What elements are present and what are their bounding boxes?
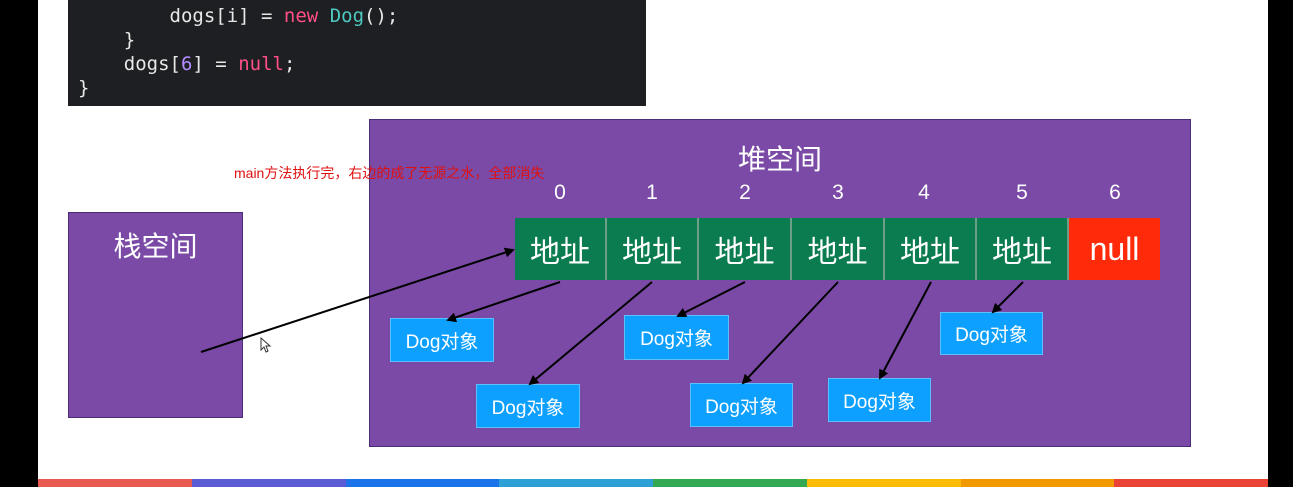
- mouse-cursor-icon: [260, 337, 272, 353]
- array-index-label: 1: [646, 181, 658, 204]
- array-index-label: 0: [554, 181, 566, 204]
- code-line: }: [123, 29, 136, 51]
- stack-space-box: 栈空间: [68, 212, 243, 418]
- dog-object-box: Dog对象: [828, 378, 931, 422]
- array-cell-address: 地址: [607, 218, 699, 280]
- code-line: }: [78, 77, 90, 99]
- code-snippet: dogs[i] = new Dog(); } dogs[6] = null;}: [68, 0, 646, 106]
- array-index-label: 4: [918, 181, 930, 204]
- bottom-color-bar: [38, 479, 1268, 487]
- dog-object-box: Dog对象: [940, 312, 1043, 355]
- array-cell-address: 地址: [699, 218, 792, 280]
- dog-object-box: Dog对象: [624, 315, 729, 360]
- array-cell-address: 地址: [885, 218, 977, 280]
- array-cell-address: 地址: [515, 218, 607, 280]
- array-cell-address: 地址: [977, 218, 1069, 280]
- code-line: dogs[6] = null;: [123, 53, 296, 75]
- dog-object-box: Dog对象: [690, 383, 793, 427]
- array-index-label: 6: [1109, 181, 1121, 204]
- code-line: dogs[i] = new Dog();: [169, 5, 399, 27]
- array-index-label: 5: [1016, 181, 1028, 204]
- array-cell-null: null: [1069, 218, 1160, 280]
- dog-object-box: Dog对象: [476, 384, 580, 428]
- array-cell-address: 地址: [792, 218, 885, 280]
- array-index-label: 2: [739, 181, 751, 204]
- array-index-label: 3: [832, 181, 844, 204]
- stack-space-title: 栈空间: [113, 230, 198, 263]
- dog-object-box: Dog对象: [390, 318, 494, 362]
- annotation-text: main方法执行完，右边的成了无源之水，全部消失: [234, 165, 545, 181]
